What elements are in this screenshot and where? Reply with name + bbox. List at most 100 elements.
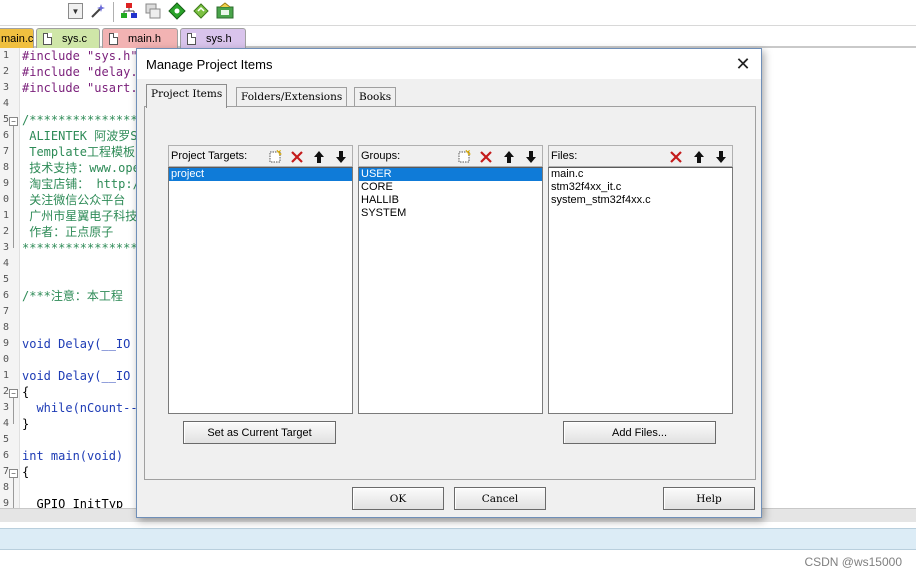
toolbar-separator [113,2,114,22]
move-down-icon[interactable] [712,148,730,165]
groups-list[interactable]: USER CORE HALLIB SYSTEM [358,167,543,414]
code-line: #include "usart.h" [22,81,142,95]
line-number: 7 [2,146,9,157]
line-number-gutter: 123456789012345678901234567890−−− [0,48,20,525]
fold-toggle-icon[interactable]: − [9,389,18,398]
code-line: int main(void) [22,449,124,463]
target-options-icon[interactable] [192,2,210,20]
add-files-button[interactable]: Add Files... [563,421,716,444]
code-line: Template工程模板 [22,145,136,159]
list-item[interactable]: project [169,168,352,181]
fold-toggle-icon[interactable]: − [9,117,18,126]
cancel-button[interactable]: Cancel [454,487,546,510]
line-number: 8 [2,322,9,333]
code-line: /***注意：本工程 [22,289,123,303]
document-icon [187,32,196,45]
line-number: 4 [2,258,9,269]
code-line: 关注微信公众平台 [22,193,126,207]
help-button[interactable]: Help [663,487,755,510]
editor-tab-strip: main.c sys.c main.h sys.h [0,26,916,48]
code-line: ALIENTEK 阿波罗STM32 [29,129,142,143]
list-item[interactable]: main.c [549,168,732,181]
list-item[interactable]: stm32f4xx_it.c [549,181,732,194]
new-item-icon[interactable] [455,148,473,165]
tab-sys-h[interactable]: sys.h [180,28,246,48]
line-number: 4 [2,98,9,109]
move-up-icon[interactable] [690,148,708,165]
line-number: 1 [2,370,9,381]
project-manage-icon[interactable] [120,2,138,20]
code-line: { [22,465,30,479]
delete-icon[interactable] [477,148,495,165]
dropdown-arrow-icon[interactable]: ▼ [68,3,83,19]
line-number: 1 [2,50,9,61]
code-line: { [22,385,30,399]
move-up-icon[interactable] [310,148,328,165]
dialog-title: Manage Project Items [146,57,273,72]
line-number: 7 [2,466,9,477]
tab-books[interactable]: Books [354,87,397,107]
move-down-icon[interactable] [522,148,540,165]
line-number: 7 [2,306,9,317]
list-item[interactable]: system_stm32f4xx.c [549,194,732,207]
manage-project-items-dialog: Manage Project Items ✕ Project Items Fol… [136,48,762,518]
line-number: 5 [2,274,9,285]
list-item[interactable]: HALLIB [359,194,542,207]
code-line: #include "sys.h" [22,49,138,63]
code-line: void Delay(__IO [22,369,131,383]
code-editor[interactable]: #include "sys.h" #include "delay.h" #inclu… [22,48,142,508]
green-diamond-icon[interactable] [168,2,186,20]
line-number: 2 [2,386,9,397]
tab-project-items[interactable]: Project Items [146,84,228,108]
magic-wand-icon[interactable] [89,2,107,20]
file-extensions-icon[interactable] [144,2,162,20]
close-icon[interactable]: ✕ [731,52,755,76]
line-number: 6 [2,290,9,301]
line-number: 3 [2,242,9,253]
line-number: 0 [2,354,9,365]
fold-toggle-icon[interactable]: − [9,469,18,478]
move-down-icon[interactable] [332,148,350,165]
tab-main-h[interactable]: main.h [102,28,178,48]
line-number: 6 [2,130,9,141]
set-as-current-target-button[interactable]: Set as Current Target [183,421,336,444]
tab-main-c[interactable]: main.c [0,28,34,48]
code-line: void Delay(__IO [22,337,131,351]
line-number: 1 [2,210,9,221]
tab-folders-extensions[interactable]: Folders/Extensions [236,87,348,107]
code-line: 淘宝店铺： http://eboa [29,177,142,191]
move-up-icon[interactable] [500,148,518,165]
ok-button[interactable]: OK [352,487,444,510]
list-item[interactable]: SYSTEM [359,207,542,220]
files-list[interactable]: main.c stm32f4xx_it.c system_stm32f4xx.c [548,167,733,414]
line-number: 6 [2,450,9,461]
line-number: 9 [2,338,9,349]
groups-header: Groups: [358,145,543,167]
line-number: 5 [2,434,9,445]
project-targets-header: Project Targets: [168,145,353,167]
code-line: 作者：正点原子 [22,225,114,239]
line-number: 2 [2,66,9,77]
watermark: CSDN @ws15000 [804,555,902,569]
line-number: 4 [2,418,9,429]
dialog-titlebar: Manage Project Items ✕ [137,49,761,79]
line-number: 8 [2,162,9,173]
delete-icon[interactable] [667,148,685,165]
pack-installer-icon[interactable] [216,2,234,20]
list-item[interactable]: USER [359,168,542,181]
project-targets-list[interactable]: project [168,167,353,414]
project-items-page: Project Targets: project Groups: USER CO… [144,106,756,480]
code-line: 广州市星翼电子科技 [22,209,138,223]
ide-toolbar: ▼ [0,0,916,26]
delete-icon[interactable] [288,148,306,165]
document-icon [43,32,52,45]
list-item[interactable]: CORE [359,181,542,194]
line-number: 3 [2,402,9,413]
tab-sys-c[interactable]: sys.c [36,28,100,48]
new-item-icon[interactable] [266,148,284,165]
code-line: } [22,417,30,431]
line-number: 2 [2,226,9,237]
code-line: GPIO_InitTyp [22,497,124,508]
files-label: Files: [551,150,578,162]
line-number: 0 [2,194,9,205]
